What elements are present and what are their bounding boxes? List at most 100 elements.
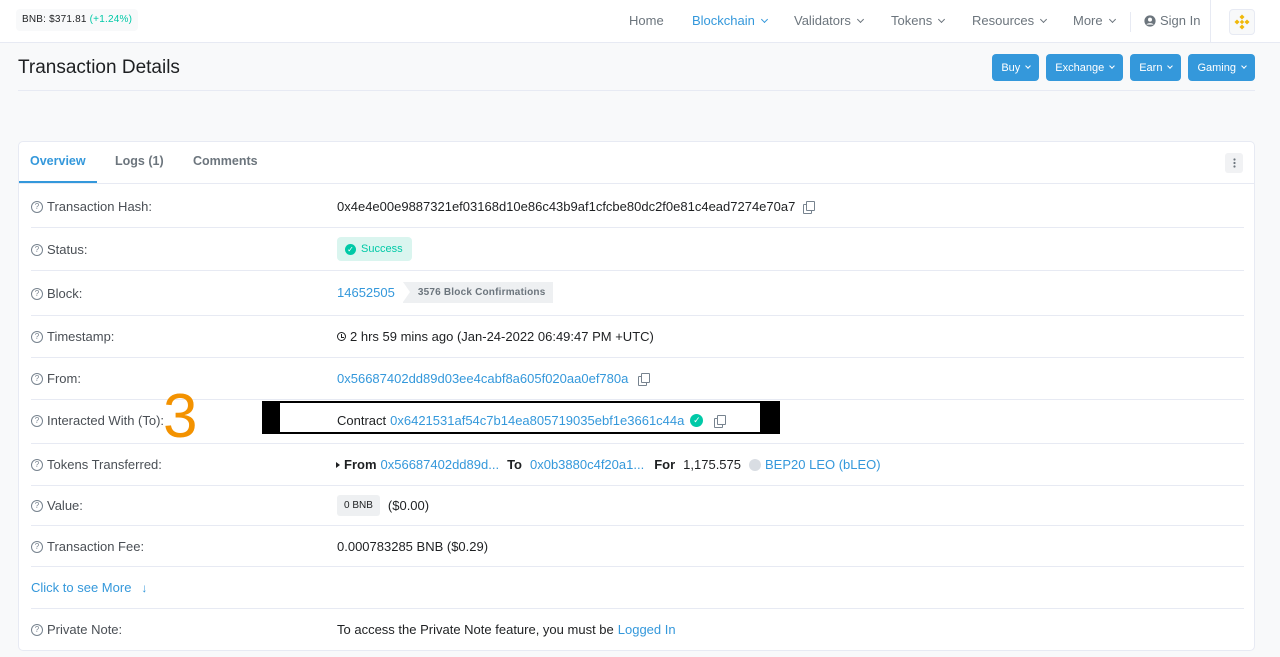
row-value: 2 hrs 59 mins ago (Jan-24-2022 06:49:47 …	[337, 329, 654, 344]
earn-button[interactable]: Earn	[1130, 54, 1182, 81]
row-label: ? Transaction Hash:	[31, 199, 152, 214]
row-value: 0.000783285 BNB ($0.29)	[337, 539, 488, 554]
tt-token-link[interactable]: BEP20 LEO (bLEO)	[765, 457, 881, 472]
tt-from-link[interactable]: 0x56687402dd89d...	[381, 457, 500, 472]
bnb-price: BNB: $371.81	[22, 14, 87, 25]
from-label: From:	[47, 371, 81, 386]
value-usd: ($0.00)	[387, 498, 430, 513]
row-see-more: Click to see More ↓	[31, 567, 1244, 609]
chevron-down-icon	[760, 15, 768, 23]
nav-resources-label: Resources	[972, 13, 1035, 28]
redaction-bar	[262, 401, 280, 434]
highlight-box	[262, 401, 780, 434]
bnb-price-change: (+1.24%)	[89, 14, 133, 25]
row-status: ? Status: ✓ Success	[31, 228, 1244, 271]
tab-logs[interactable]: Logs (1)	[115, 154, 164, 168]
row-value: 0x56687402dd89d03ee4cabf8a605f020aa0ef78…	[337, 371, 651, 386]
buy-button[interactable]: Buy	[992, 54, 1040, 81]
tt-for-label: For	[654, 457, 676, 472]
nav-blockchain[interactable]: Blockchain	[692, 13, 768, 28]
row-private-note: ? Private Note: To access the Private No…	[31, 609, 1244, 650]
nav-validators-label: Validators	[794, 13, 851, 28]
arrow-down-icon: ↓	[141, 580, 148, 595]
row-label: ? Value:	[31, 498, 83, 513]
exchange-button[interactable]: Exchange	[1046, 54, 1124, 81]
header-divider	[1210, 0, 1211, 43]
see-more-link[interactable]: Click to see More ↓	[31, 580, 147, 595]
row-from: ? From: 0x56687402dd89d03ee4cabf8a605f02…	[31, 358, 1244, 400]
row-label: ? Transaction Fee:	[31, 539, 144, 554]
tx-hash-label: Transaction Hash:	[47, 199, 153, 214]
exchange-button-label: Exchange	[1055, 61, 1105, 74]
tt-amount: 1,175.575	[683, 457, 741, 472]
copy-icon[interactable]	[638, 372, 651, 386]
nav-more-label: More	[1073, 13, 1103, 28]
tab-bar: Overview Logs (1) Comments	[19, 142, 1254, 184]
help-icon: ?	[31, 540, 43, 553]
row-value: ✓ Success	[337, 237, 412, 261]
row-value: From 0x56687402dd89d... To 0x0b3880c4f20…	[336, 457, 881, 472]
confirmations-badge: 3576 Block Confirmations	[402, 282, 554, 303]
chevron-down-icon	[1167, 63, 1174, 69]
copy-icon[interactable]	[803, 200, 816, 214]
row-value: 0x4e4e00e9887321ef03168d10e86c43b9af1cfc…	[337, 199, 816, 214]
tt-to-link[interactable]: 0x0b3880c4f20a1...	[530, 457, 644, 472]
interacted-label: Interacted With (To):	[47, 413, 165, 428]
nav-validators[interactable]: Validators	[794, 13, 864, 28]
annotation-number: 3	[163, 382, 198, 451]
tab-overview[interactable]: Overview	[30, 154, 86, 168]
logged-in-link[interactable]: Logged In	[618, 622, 676, 637]
redaction-bar	[760, 401, 779, 434]
help-icon: ?	[31, 200, 43, 213]
title-divider	[18, 90, 1255, 91]
value-label: Value:	[47, 498, 83, 513]
nav-tokens[interactable]: Tokens	[891, 13, 946, 28]
nav-home-label: Home	[629, 13, 664, 28]
sign-in-link[interactable]: Sign In	[1144, 13, 1200, 28]
top-navbar: BNB: $371.81 (+1.24%) Home Blockchain Va…	[0, 0, 1280, 43]
more-options-button[interactable]	[1225, 153, 1243, 173]
help-icon: ?	[31, 414, 43, 427]
nav-more[interactable]: More	[1073, 13, 1116, 28]
kebab-icon	[1232, 158, 1236, 168]
block-number-link[interactable]: 14652505	[337, 285, 395, 300]
gaming-button[interactable]: Gaming	[1188, 54, 1255, 81]
check-circle-icon: ✓	[345, 243, 356, 255]
nav-home[interactable]: Home	[629, 13, 664, 28]
chevron-down-icon	[1108, 15, 1116, 23]
tx-hash-value: 0x4e4e00e9887321ef03168d10e86c43b9af1cfc…	[337, 199, 796, 214]
help-icon: ?	[31, 330, 43, 343]
row-label: ? Private Note:	[31, 622, 122, 637]
buy-button-label: Buy	[1001, 61, 1021, 74]
row-value: 14652505 3576 Block Confirmations	[337, 282, 554, 303]
bnb-logo-icon	[1234, 14, 1250, 30]
nav-divider	[1130, 12, 1131, 32]
row-label: ? Tokens Transferred:	[31, 457, 162, 472]
row-transaction-hash: ? Transaction Hash: 0x4e4e00e9887321ef03…	[31, 184, 1244, 228]
row-label: ? Block:	[31, 286, 82, 301]
chevron-down-icon	[938, 15, 946, 23]
active-tab-indicator	[19, 181, 97, 183]
bnb-logo-button[interactable]	[1229, 9, 1255, 35]
row-tokens-transferred: ? Tokens Transferred: From 0x56687402dd8…	[31, 444, 1244, 486]
sign-in-label: Sign In	[1160, 13, 1201, 28]
chevron-down-icon	[1241, 63, 1247, 69]
fee-value: 0.000783285 BNB ($0.29)	[337, 539, 489, 554]
row-value: To access the Private Note feature, you …	[337, 622, 676, 637]
see-more-label: Click to see More	[31, 580, 132, 595]
help-icon: ?	[31, 287, 43, 300]
fee-label: Transaction Fee:	[47, 539, 145, 554]
row-transaction-fee: ? Transaction Fee: 0.000783285 BNB ($0.2…	[31, 526, 1244, 567]
row-label: ? Interacted With (To):	[31, 413, 164, 428]
caret-right-icon	[336, 461, 340, 468]
nav-resources[interactable]: Resources	[972, 13, 1048, 28]
tt-from-label: From	[344, 457, 377, 472]
status-label: Status:	[47, 242, 88, 257]
timestamp-value: 2 hrs 59 mins ago (Jan-24-2022 06:49:47 …	[350, 329, 654, 344]
help-icon: ?	[31, 243, 43, 256]
row-value: ? Value: 0 BNB ($0.00)	[31, 486, 1244, 526]
status-badge: ✓ Success	[337, 237, 412, 261]
tab-comments[interactable]: Comments	[193, 154, 258, 168]
note-text: To access the Private Note feature, you …	[337, 622, 614, 637]
from-address-link[interactable]: 0x56687402dd89d03ee4cabf8a605f020aa0ef78…	[337, 371, 628, 386]
